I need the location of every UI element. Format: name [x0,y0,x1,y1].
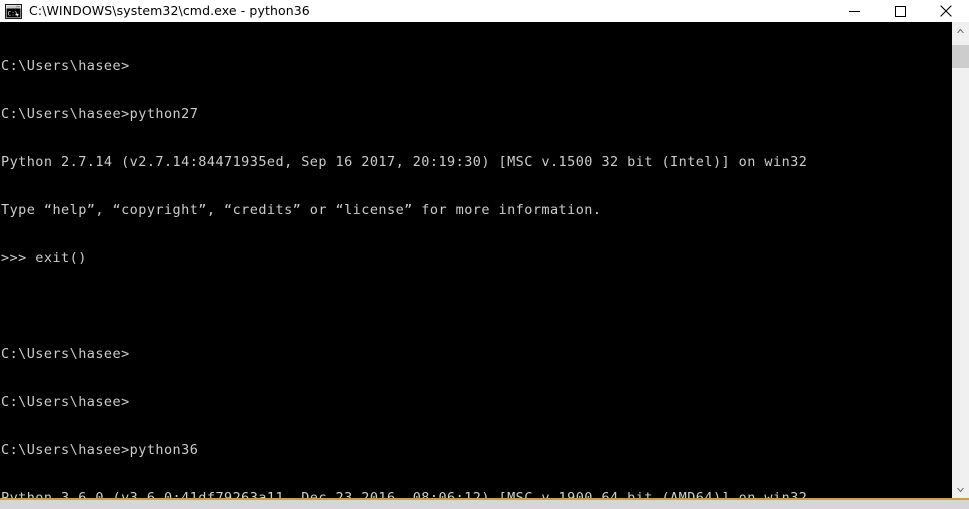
window-bottom-edge [0,500,969,509]
console-line: C:\Users\hasee>python27 [1,106,199,122]
cmd-console-icon: C:\ [5,3,22,19]
console-line: >>> exit() [1,250,87,266]
title-bar-left: C:\ C:\WINDOWS\system32\cmd.exe - python… [0,0,831,22]
console-text: C:\Users\hasee> C:\Users\hasee>python27 … [0,26,952,498]
window-controls [831,0,969,22]
cmd-window: C:\ C:\WINDOWS\system32\cmd.exe - python… [0,0,969,509]
console-line: Python 3.6.0 (v3.6.0:41df79263a11, Dec 2… [1,490,808,498]
minimize-button[interactable] [831,0,877,22]
console-line: C:\Users\hasee> [1,394,130,410]
title-bar[interactable]: C:\ C:\WINDOWS\system32\cmd.exe - python… [0,0,969,22]
scroll-down-arrow-icon[interactable] [952,481,969,498]
console-line: Python 2.7.14 (v2.7.14:84471935ed, Sep 1… [1,154,808,170]
scrollbar-thumb[interactable] [952,45,969,68]
console-line: C:\Users\hasee>python36 [1,442,199,458]
maximize-button[interactable] [877,0,923,22]
scroll-up-arrow-icon[interactable] [952,22,969,39]
console-output-area[interactable]: C:\Users\hasee> C:\Users\hasee>python27 … [0,22,952,498]
console-line: C:\Users\hasee> [1,58,130,74]
console-line: C:\Users\hasee> [1,346,130,362]
console-line: Type “help”, “copyright”, “credits” or “… [1,202,602,218]
vertical-scrollbar[interactable] [952,22,969,498]
window-title: C:\WINDOWS\system32\cmd.exe - python36 [29,3,310,18]
close-button[interactable] [923,0,969,22]
scrollbar-track[interactable] [952,39,969,481]
